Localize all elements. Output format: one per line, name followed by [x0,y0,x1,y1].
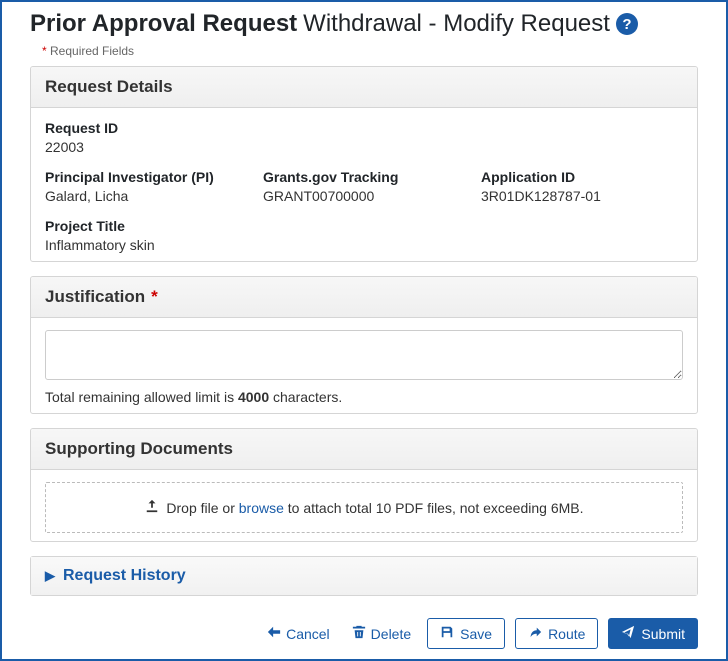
request-history-toggle[interactable]: ▶ Request History [31,557,697,595]
cancel-button[interactable]: Cancel [261,620,336,647]
grants-tracking-value: GRANT00700000 [263,188,465,204]
char-limit-value: 4000 [238,389,269,405]
page-title-main: Prior Approval Request [30,10,297,38]
upload-icon [145,499,159,516]
trash-icon [352,625,366,642]
page-title: Prior Approval Request Withdrawal - Modi… [30,10,698,38]
submit-button[interactable]: Submit [608,618,698,649]
save-button[interactable]: Save [427,618,505,649]
save-label: Save [460,626,492,642]
justification-panel: Justification * Total remaining allowed l… [30,276,698,414]
route-button[interactable]: Route [515,618,598,649]
pi-label: Principal Investigator (PI) [45,169,247,185]
request-id-value: 22003 [45,139,683,155]
supporting-documents-title: Supporting Documents [45,439,233,459]
request-details-title: Request Details [45,77,173,97]
request-history-panel: ▶ Request History [30,556,698,596]
project-title-label: Project Title [45,218,683,234]
arrow-left-icon [267,625,281,642]
delete-label: Delete [371,626,411,642]
file-dropzone[interactable]: Drop file or browse to attach total 10 P… [45,482,683,533]
char-limit-prefix: Total remaining allowed limit is [45,389,238,405]
request-id-label: Request ID [45,120,683,136]
paper-plane-icon [621,625,635,642]
required-fields-label: Required Fields [50,44,134,58]
caret-right-icon: ▶ [45,568,55,584]
application-id-label: Application ID [481,169,683,185]
cancel-label: Cancel [286,626,330,642]
action-bar: Cancel Delete Save Route Submit [30,614,698,649]
share-icon [528,625,542,642]
project-title-value: Inflammatory skin [45,237,683,253]
submit-label: Submit [641,626,685,642]
char-limit-note: Total remaining allowed limit is 4000 ch… [45,389,683,405]
justification-textarea[interactable] [45,330,683,380]
route-label: Route [548,626,585,642]
application-id-value: 3R01DK128787-01 [481,188,683,204]
required-fields-note: * Required Fields [42,44,698,58]
char-limit-suffix: characters. [269,389,342,405]
justification-header: Justification * [31,277,697,318]
save-icon [440,625,454,642]
supporting-documents-header: Supporting Documents [31,429,697,470]
project-title-field: Project Title Inflammatory skin [45,218,683,253]
application-id-field: Application ID 3R01DK128787-01 [481,169,683,204]
delete-button[interactable]: Delete [346,620,417,647]
page-title-sub: Withdrawal - Modify Request [303,10,610,38]
dropzone-prefix: Drop file or [163,500,239,516]
request-details-header: Request Details [31,67,697,108]
pi-value: Galard, Licha [45,188,247,204]
request-id-field: Request ID 22003 [45,120,683,155]
request-details-panel: Request Details Request ID 22003 Princip… [30,66,698,262]
grants-tracking-label: Grants.gov Tracking [263,169,465,185]
justification-title: Justification [45,287,145,307]
supporting-documents-panel: Supporting Documents Drop file or browse… [30,428,698,542]
dropzone-suffix: to attach total 10 PDF files, not exceed… [284,500,584,516]
grants-tracking-field: Grants.gov Tracking GRANT00700000 [263,169,465,204]
browse-link[interactable]: browse [239,500,284,516]
required-asterisk-icon: * [151,287,158,307]
pi-field: Principal Investigator (PI) Galard, Lich… [45,169,247,204]
help-icon[interactable]: ? [616,13,638,35]
request-history-title: Request History [63,567,186,585]
